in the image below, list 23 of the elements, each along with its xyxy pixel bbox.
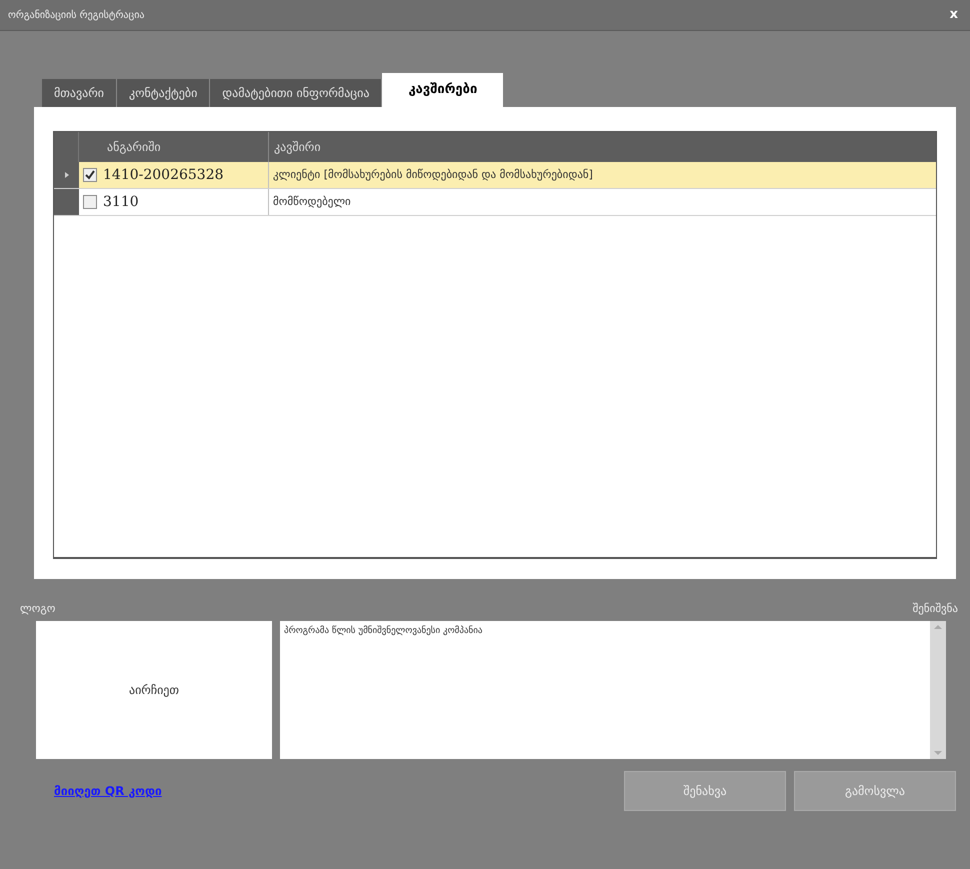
window-title: ორგანიზაციის რეგისტრაცია	[8, 8, 144, 22]
table-cell-text: 1410-200265328	[103, 166, 224, 184]
tab[interactable]: კონტაქტები	[116, 79, 210, 107]
notes-text: პროგრამა წლის უმნიშვნელოვანესი კომპანია	[283, 624, 484, 638]
notes-label: შენიშვნა	[912, 600, 958, 617]
column-header: კავშირი	[273, 139, 322, 156]
table-cell-text: მომწოდებელი	[272, 194, 352, 210]
row-indicator-icon	[64, 172, 68, 178]
tab[interactable]: კავშირები	[382, 73, 504, 107]
logo-label: ლოგო	[20, 600, 56, 617]
scroll-down-icon[interactable]	[934, 751, 942, 755]
table-cell-text: კლიენტი [მომსახურების მიწოდებიდან და მომსახურებიდან]	[272, 166, 594, 183]
tab[interactable]: მთავარი	[42, 79, 117, 107]
scroll-up-icon[interactable]	[934, 625, 942, 629]
tab[interactable]: დამატებითი ინფორმაცია	[210, 79, 382, 107]
close-button[interactable]: x	[946, 5, 962, 25]
table-row[interactable]: 1410-200265328 კლიენტი [მომსახურების მიწოდებიდან და მომსახურებიდან]	[54, 162, 936, 189]
checkbox[interactable]	[83, 168, 97, 182]
table-row[interactable]: 3110 მომწოდებელი	[54, 189, 936, 216]
checkbox[interactable]	[83, 195, 97, 209]
logo-placeholder[interactable]: აირჩიეთ	[36, 621, 272, 759]
notes-field[interactable]: პროგრამა წლის უმნიშვნელოვანესი კომპანია	[280, 621, 946, 759]
table-cell-text: 3110	[103, 192, 139, 212]
